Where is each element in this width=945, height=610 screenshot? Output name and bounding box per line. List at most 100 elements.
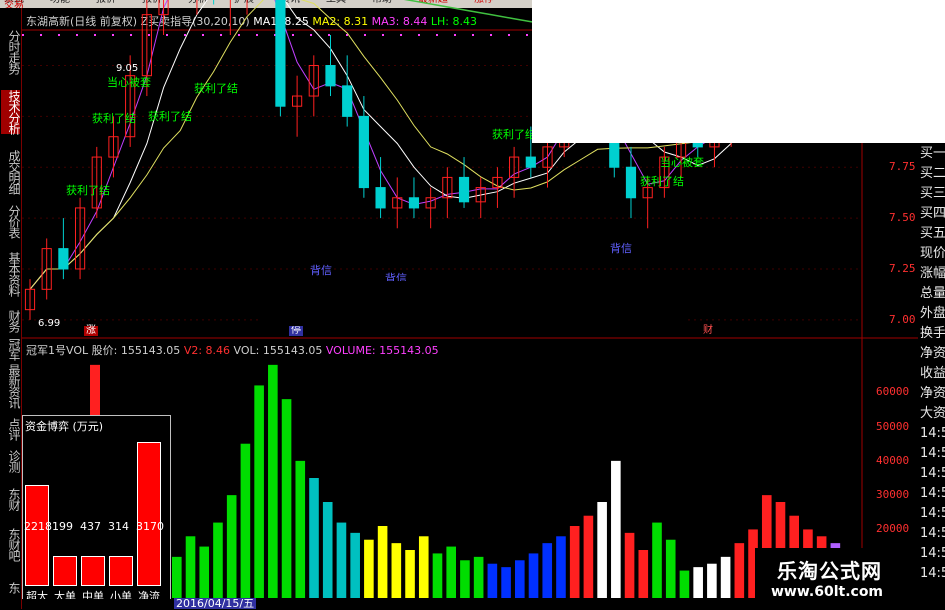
fund-bar: [81, 556, 105, 586]
volume-bar: [185, 536, 196, 598]
signal-label: 获利了结: [492, 128, 536, 141]
volume-bar: [240, 443, 251, 598]
volume-bar: [418, 536, 429, 598]
quote-item: 收益: [920, 366, 945, 381]
candle-body: [325, 65, 336, 87]
volume-bar: [501, 567, 511, 598]
candle-body: [58, 248, 69, 270]
signal-label: 当心被套: [660, 156, 704, 169]
blank-area-top-right: [532, 0, 945, 143]
volume-indicator-name: 冠军1号VOL 股价: 155143.05: [26, 344, 181, 357]
volume-panel-header: 冠军1号VOL 股价: 155143.05 V2: 8.46 VOL: 1551…: [26, 342, 439, 358]
watermark-url: www.60lt.com: [771, 584, 884, 600]
cai-marker[interactable]: 财: [701, 326, 715, 336]
volume-bar: [295, 460, 306, 598]
volume-bar: [707, 563, 717, 598]
volume-bar: [473, 556, 484, 598]
quote-item: 14:5: [920, 426, 945, 441]
signal-label: 当心被套: [107, 76, 151, 89]
signal-label: 获利了结: [194, 82, 238, 95]
volume-bar: [350, 532, 360, 598]
candle-body: [458, 176, 470, 203]
quote-item: 14:5: [920, 446, 945, 461]
fund-bar: [137, 442, 161, 586]
signal-label: 获利了结: [148, 110, 192, 123]
quote-item: 14:5: [920, 466, 945, 481]
ting-marker[interactable]: 停: [289, 326, 303, 336]
fund-title: 资金博弈 (万元): [25, 420, 104, 433]
candle-body: [358, 115, 369, 189]
candle-body: [408, 197, 420, 209]
candle-body: [375, 187, 386, 209]
volume-tick: 20000: [876, 522, 910, 536]
quote-item: 买四: [920, 206, 945, 221]
quote-item: 14:5: [920, 546, 945, 561]
quote-item: 净资: [920, 346, 945, 361]
volume-bar: [665, 539, 676, 598]
quote-item: 现价: [920, 246, 945, 261]
quote-item: 14:5: [920, 486, 945, 501]
quote-item: 买五: [920, 226, 945, 241]
high-price-mark: 9.05: [116, 63, 139, 74]
watermark-name: 乐淘公式网: [777, 559, 882, 583]
date-label: 2016/04/15/五: [174, 597, 257, 610]
volume-bar: [583, 515, 594, 598]
volume-bar: [720, 556, 731, 598]
volume-bar: [281, 399, 292, 598]
volume-tick: 40000: [876, 453, 910, 467]
volume-tick: 30000: [876, 488, 910, 502]
price-tick: 7.00: [889, 312, 916, 326]
volume-bar: [405, 550, 415, 598]
volume-bar: [611, 460, 621, 598]
volume-bar: [391, 543, 402, 598]
fund-value: 314: [108, 520, 129, 533]
fund-bar: [53, 556, 77, 586]
volume-bar: [460, 560, 470, 598]
occlusion-box: [262, 281, 684, 326]
volume-bar: [199, 546, 210, 598]
fund-value: 199: [52, 520, 73, 533]
price-tick: 7.75: [889, 160, 916, 174]
volume-bar: [226, 495, 237, 598]
volume-bar: [652, 522, 662, 598]
quote-item: 涨幅: [920, 266, 945, 281]
quote-item: 14:5: [920, 526, 945, 541]
volume-bar: [693, 567, 703, 598]
low-price-mark: 6.99: [38, 318, 61, 329]
quote-item: 净资: [920, 386, 945, 401]
signal-label-blue: 背信: [310, 264, 332, 277]
volume-bar: [364, 539, 374, 598]
watermark: 乐淘公式网 www.60lt.com: [755, 548, 918, 609]
volume-bar: [556, 536, 566, 598]
volume-bar: [446, 546, 457, 598]
volume-bar: [268, 364, 278, 598]
volume-bar: [542, 543, 553, 598]
fund-value: 3170: [136, 520, 164, 533]
volume-bar: [322, 502, 333, 598]
zhang-marker[interactable]: 涨: [84, 326, 98, 336]
volume-bar: [213, 522, 223, 598]
quote-item: 大资: [920, 406, 945, 421]
volume-bar: [377, 526, 388, 598]
price-tick: 7.50: [889, 211, 916, 225]
signal-label: 获利了结: [66, 184, 110, 197]
quote-item: 14:5: [920, 506, 945, 521]
quote-item: 买一: [920, 146, 945, 161]
fund-value: 2218: [24, 520, 52, 533]
volume-bar: [487, 563, 498, 598]
volume-bar: [679, 570, 690, 598]
volume-bar: [597, 502, 607, 598]
quote-item: 换手: [920, 326, 945, 341]
signal-label: 获利了结: [640, 175, 684, 188]
volume-bar: [432, 553, 443, 598]
volume-bar: [528, 553, 539, 598]
volume-bar: [569, 526, 580, 598]
fund-value: 437: [80, 520, 101, 533]
quote-item: 总量: [920, 286, 945, 301]
volume-tick: 50000: [876, 419, 910, 433]
volume-tick: 60000: [876, 385, 910, 399]
signal-label-blue: 背信: [610, 242, 632, 255]
volume-bar: [515, 560, 525, 598]
vol-value: VOL: 155143.05: [233, 344, 323, 357]
volume-value: VOLUME: 155143.05: [325, 344, 439, 357]
